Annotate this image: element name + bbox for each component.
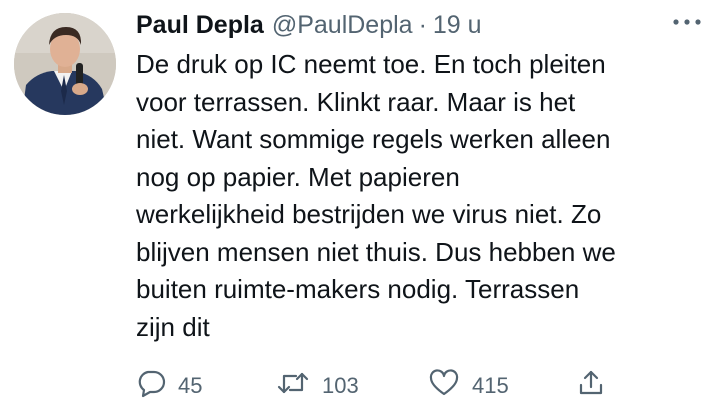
share-button[interactable] — [576, 368, 606, 404]
tweet-timestamp[interactable]: 19 u — [433, 8, 482, 42]
author-handle[interactable]: @PaulDepla — [272, 8, 413, 42]
reply-icon — [136, 368, 166, 404]
tweet-actions: 45 103 415 — [136, 368, 616, 404]
more-options-icon[interactable] — [670, 12, 704, 32]
reply-button[interactable]: 45 — [136, 368, 202, 404]
heart-icon — [428, 368, 460, 404]
like-count: 415 — [472, 373, 509, 398]
tweet-text: De druk op IC neemt toe. En toch pleiten… — [136, 49, 616, 342]
avatar[interactable] — [14, 13, 116, 115]
retweet-count: 103 — [322, 373, 359, 398]
retweet-icon — [276, 368, 310, 404]
author-name[interactable]: Paul Depla — [136, 8, 264, 42]
retweet-button[interactable]: 103 — [276, 368, 359, 404]
reply-count: 45 — [178, 373, 203, 398]
share-icon — [576, 368, 606, 404]
tweet-content: Paul Depla @PaulDepla · 19 u De druk op … — [136, 8, 702, 346]
avatar-photo — [14, 13, 116, 115]
tweet: Paul Depla @PaulDepla · 19 u De druk op … — [0, 0, 718, 408]
tweet-header: Paul Depla @PaulDepla · 19 u — [136, 8, 702, 42]
header-separator: · — [418, 11, 427, 39]
like-button[interactable]: 415 — [428, 368, 509, 404]
